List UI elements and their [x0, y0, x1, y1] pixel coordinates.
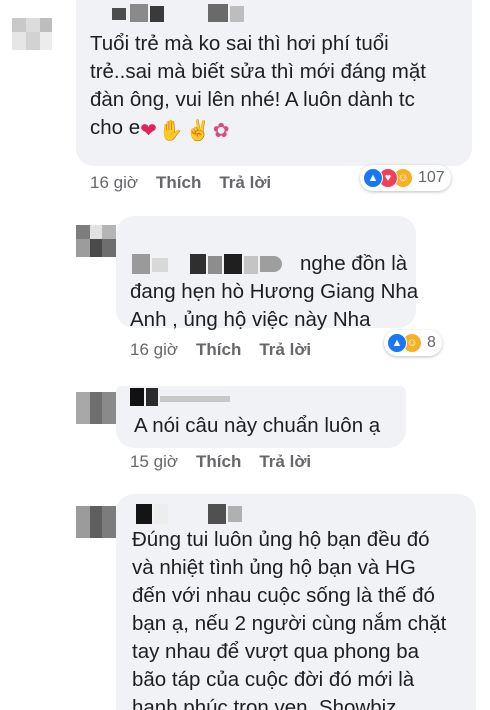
redacted-author-name[interactable] — [112, 4, 312, 26]
comment-thread: Tuổi trẻ mà ko sai thì hơi phí tuổi trẻ.… — [0, 0, 490, 710]
reply-button[interactable]: Trả lời — [259, 452, 311, 472]
reaction-summary[interactable]: ▲ ☺ 8 — [384, 330, 442, 356]
like-reaction-icon: ▲ — [387, 333, 407, 353]
comment-bubble: Đúng tui luôn ủng hộ bạn đều đó và nhiệt… — [116, 494, 476, 710]
ok-hand-emoji: ✌ — [185, 120, 211, 142]
comment-text: Tuổi trẻ mà ko sai thì hơi phí tuổi trẻ.… — [90, 32, 426, 142]
clapping-hands-emoji: ✋ — [158, 120, 184, 142]
avatar[interactable] — [76, 225, 116, 257]
timestamp[interactable]: 16 giờ — [130, 340, 178, 360]
reply-button[interactable]: Trả lời — [219, 173, 271, 193]
heart-emoji: ❤ — [140, 120, 157, 142]
comment-bubble: Tuổi trẻ mà ko sai thì hơi phí tuổi trẻ.… — [76, 0, 472, 166]
like-button[interactable]: Thích — [196, 452, 241, 472]
reaction-summary[interactable]: ▲ ♥ ☺ 107 — [360, 165, 451, 191]
timestamp[interactable]: 15 giờ — [130, 452, 178, 472]
redacted-author-name[interactable] — [136, 504, 256, 526]
comment-bubble: A nói câu này chuẩn luôn ạ — [116, 386, 406, 448]
avatar[interactable] — [76, 506, 116, 538]
redacted-author-name[interactable] — [130, 388, 240, 410]
like-button[interactable]: Thích — [196, 340, 241, 360]
comment-bubble: nghe đồn là đang hẹn hò Hương Giang Nha … — [116, 216, 418, 331]
avatar[interactable] — [76, 392, 116, 424]
comment-text: nghe đồn là đang hẹn hò Hương Giang Nha … — [130, 252, 419, 331]
reaction-count: 8 — [427, 334, 436, 351]
avatar[interactable] — [12, 18, 52, 50]
timestamp[interactable]: 16 giờ — [90, 173, 138, 193]
comment-meta: 16 giờ Thích Trả lời — [130, 340, 329, 360]
comment-text: A nói câu này chuẩn luôn ạ — [134, 414, 381, 437]
bouquet-emoji: ✿ — [212, 120, 230, 142]
comment-meta: 15 giờ Thích Trả lời — [130, 452, 329, 472]
like-reaction-icon: ▲ — [363, 168, 383, 188]
comment-meta: 16 giờ Thích Trả lời — [90, 173, 289, 193]
like-button[interactable]: Thích — [156, 173, 201, 193]
reaction-count: 107 — [418, 169, 445, 186]
reply-button[interactable]: Trả lời — [259, 340, 311, 360]
comment-text: Đúng tui luôn ủng hộ bạn đều đó và nhiệt… — [132, 528, 447, 710]
